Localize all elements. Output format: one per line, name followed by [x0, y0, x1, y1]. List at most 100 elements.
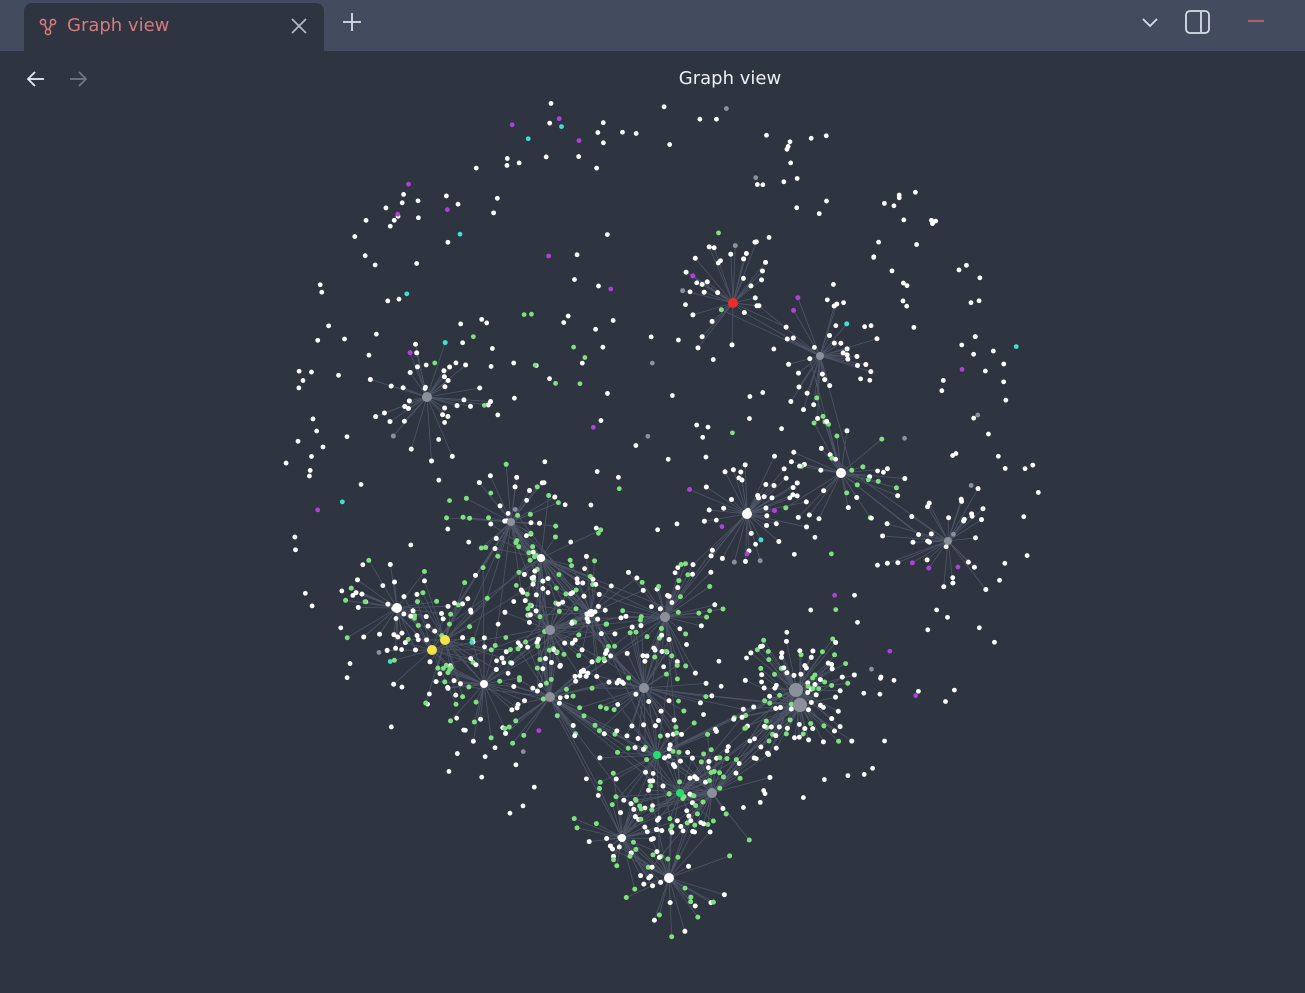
- graph-node[interactable]: [481, 635, 487, 641]
- graph-node[interactable]: [896, 192, 902, 198]
- graph-node[interactable]: [816, 211, 822, 217]
- graph-node[interactable]: [714, 116, 719, 122]
- graph-node[interactable]: [414, 599, 420, 605]
- graph-node[interactable]: [704, 279, 710, 285]
- graph-node[interactable]: [502, 609, 508, 615]
- graph-node[interactable]: [924, 557, 930, 563]
- graph-node[interactable]: [633, 691, 639, 697]
- graph-node[interactable]: [296, 385, 302, 391]
- graph-node[interactable]: [442, 405, 448, 411]
- graph-node[interactable]: [961, 518, 967, 524]
- graph-node[interactable]: [682, 561, 688, 567]
- graph-node[interactable]: [447, 718, 453, 724]
- graph-node[interactable]: [1035, 490, 1041, 495]
- graph-node[interactable]: [414, 350, 420, 356]
- graph-node[interactable]: [969, 511, 975, 517]
- graph-node[interactable]: [764, 513, 770, 519]
- graph-node[interactable]: [629, 723, 635, 729]
- graph-node[interactable]: [824, 297, 830, 303]
- graph-node[interactable]: [699, 281, 705, 287]
- graph-node[interactable]: [874, 336, 880, 342]
- graph-node[interactable]: [526, 487, 532, 493]
- graph-node[interactable]: [613, 776, 619, 782]
- graph-node[interactable]: [648, 783, 654, 789]
- graph-node[interactable]: [420, 590, 426, 596]
- graph-node[interactable]: [524, 591, 530, 597]
- graph-node[interactable]: [399, 647, 405, 652]
- graph-node[interactable]: [976, 298, 982, 304]
- graph-node[interactable]: [657, 733, 663, 739]
- graph-node[interactable]: [845, 773, 851, 779]
- graph-node[interactable]: [821, 723, 827, 729]
- graph-node[interactable]: [815, 415, 821, 421]
- graph-node[interactable]: [581, 668, 586, 674]
- graph-node[interactable]: [525, 136, 531, 142]
- graph-node[interactable]: [860, 464, 866, 470]
- graph-node[interactable]: [354, 577, 360, 583]
- graph-node[interactable]: [392, 603, 402, 613]
- graph-node[interactable]: [663, 671, 669, 677]
- graph-node[interactable]: [569, 620, 575, 626]
- graph-node[interactable]: [515, 512, 521, 518]
- graph-node[interactable]: [407, 369, 413, 375]
- graph-node[interactable]: [492, 642, 498, 648]
- graph-node[interactable]: [391, 217, 397, 223]
- graph-node[interactable]: [783, 731, 789, 737]
- graph-node[interactable]: [797, 463, 802, 469]
- graph-node[interactable]: [822, 679, 828, 685]
- graph-node[interactable]: [326, 323, 332, 329]
- graph-node[interactable]: [505, 511, 511, 516]
- graph-node[interactable]: [868, 323, 874, 329]
- graph-node[interactable]: [610, 318, 616, 323]
- graph-node[interactable]: [824, 198, 829, 204]
- graph-node[interactable]: [1003, 397, 1009, 403]
- graph-node[interactable]: [520, 803, 526, 809]
- graph-node[interactable]: [863, 362, 869, 368]
- graph-node[interactable]: [521, 571, 527, 577]
- graph-node[interactable]: [912, 189, 918, 195]
- graph-node[interactable]: [499, 655, 505, 661]
- graph-node[interactable]: [788, 399, 794, 405]
- graph-node[interactable]: [764, 522, 770, 528]
- graph-node[interactable]: [513, 718, 519, 724]
- graph-node[interactable]: [805, 683, 811, 689]
- graph-node[interactable]: [608, 653, 614, 659]
- graph-node[interactable]: [832, 652, 838, 658]
- graph-node[interactable]: [705, 731, 711, 737]
- graph-node[interactable]: [454, 751, 460, 756]
- graph-node[interactable]: [1013, 344, 1019, 350]
- graph-node[interactable]: [837, 688, 843, 694]
- graph-node[interactable]: [724, 748, 730, 754]
- graph-node[interactable]: [819, 649, 825, 655]
- graph-node[interactable]: [548, 659, 554, 665]
- graph-node[interactable]: [822, 377, 828, 383]
- graph-node[interactable]: [615, 749, 621, 755]
- graph-node[interactable]: [654, 817, 660, 823]
- graph-node[interactable]: [492, 546, 498, 552]
- graph-node[interactable]: [481, 402, 487, 408]
- graph-node[interactable]: [495, 412, 501, 418]
- graph-node[interactable]: [685, 749, 691, 755]
- graph-node[interactable]: [600, 140, 606, 146]
- graph-node[interactable]: [564, 694, 570, 700]
- graph-node[interactable]: [641, 881, 647, 887]
- graph-node[interactable]: [649, 864, 655, 870]
- graph-node[interactable]: [445, 378, 451, 384]
- graph-node[interactable]: [644, 829, 650, 835]
- graph-node[interactable]: [625, 569, 631, 575]
- graph-node[interactable]: [521, 732, 527, 738]
- graph-node[interactable]: [443, 193, 449, 199]
- graph-node[interactable]: [698, 623, 704, 629]
- graph-node[interactable]: [692, 670, 698, 676]
- graph-node[interactable]: [865, 477, 871, 483]
- graph-node[interactable]: [721, 892, 727, 898]
- graph-node[interactable]: [563, 591, 569, 597]
- graph-node[interactable]: [633, 443, 639, 448]
- graph-node[interactable]: [631, 806, 637, 812]
- graph-node[interactable]: [410, 608, 416, 614]
- graph-node[interactable]: [560, 599, 566, 605]
- graph-node[interactable]: [487, 473, 493, 479]
- graph-node[interactable]: [692, 903, 698, 909]
- graph-node[interactable]: [552, 494, 558, 500]
- graph-node[interactable]: [783, 475, 789, 481]
